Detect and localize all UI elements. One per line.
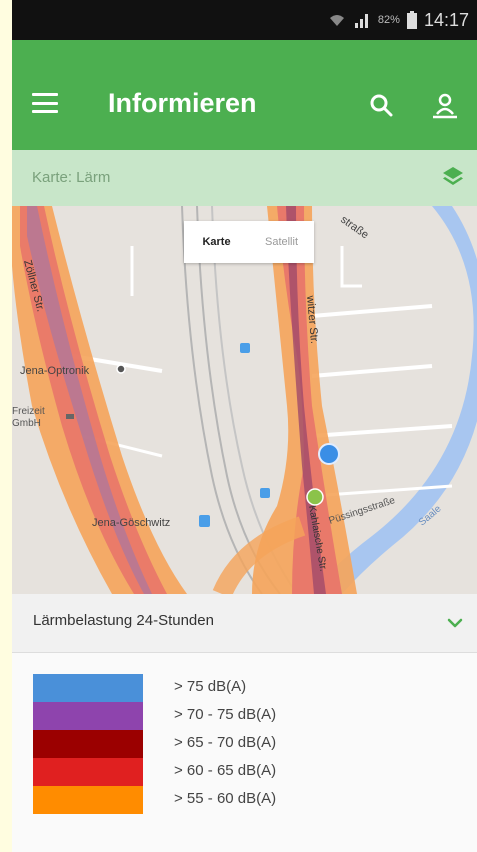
legend-swatch — [33, 758, 143, 786]
battery-icon — [406, 11, 417, 29]
map-label-gmbh: GmbH — [12, 418, 41, 429]
noise-map[interactable]: straße witzer Str. Zöllner Str. Jena-Opt… — [12, 206, 477, 594]
battery-percent: 82% — [377, 14, 400, 26]
map-label-optronik: Jena-Optronik — [20, 365, 90, 377]
user-location-icon[interactable] — [430, 90, 460, 120]
selected-point-marker-icon[interactable] — [306, 488, 324, 506]
noise-legend: > 75 dB(A) > 70 - 75 dB(A) > 65 - 70 dB(… — [12, 653, 477, 852]
poi-marker-icon[interactable] — [66, 414, 74, 419]
legend-label: > 55 - 60 dB(A) — [174, 790, 277, 807]
status-icons: 82% 14:17 — [328, 8, 469, 32]
map-label-freizeit: Freizeit — [12, 406, 45, 417]
bus-stop-icon[interactable] — [240, 343, 250, 353]
legend-label: > 65 - 70 dB(A) — [174, 734, 277, 751]
legend-row: > 55 - 60 dB(A) — [12, 786, 477, 814]
toggle-satellit[interactable]: Satellit — [249, 221, 314, 263]
legend-row: > 70 - 75 dB(A) — [12, 702, 477, 730]
current-location-icon[interactable] — [318, 443, 340, 465]
layers-icon[interactable] — [440, 164, 466, 190]
map-subbar: Karte: Lärm — [12, 150, 477, 206]
legend-swatch — [33, 730, 143, 758]
legend-swatch — [33, 786, 143, 814]
search-icon[interactable] — [368, 92, 396, 120]
map-type-toggle: Karte Satellit — [184, 221, 314, 263]
legend-swatch — [33, 702, 143, 730]
legend-label: > 70 - 75 dB(A) — [174, 706, 277, 723]
map-type-label: Karte: Lärm — [32, 169, 111, 186]
legend-panel-title: Lärmbelastung 24-Stunden — [33, 612, 214, 629]
wifi-icon — [329, 15, 344, 26]
app-bar: Informieren — [12, 40, 477, 150]
menu-button[interactable] — [32, 87, 68, 119]
legend-label: > 60 - 65 dB(A) — [174, 762, 277, 779]
chevron-down-icon[interactable] — [444, 612, 466, 634]
legend-row: > 65 - 70 dB(A) — [12, 730, 477, 758]
train-station-icon[interactable] — [199, 515, 210, 527]
toggle-karte[interactable]: Karte — [184, 221, 249, 263]
phone-screen: 82% 14:17 Informieren Karte: Lärm straße… — [12, 0, 477, 852]
menu-icon-line — [32, 101, 58, 105]
map-label-goschwitz: Jena-Göschwitz — [92, 517, 170, 529]
menu-icon-line — [32, 93, 58, 96]
clock: 14:17 — [423, 9, 469, 30]
legend-swatch — [33, 674, 143, 702]
app-title: Informieren — [108, 88, 257, 118]
poi-marker-icon[interactable] — [116, 364, 126, 374]
legend-row: > 60 - 65 dB(A) — [12, 758, 477, 786]
status-bar: 82% 14:17 — [12, 0, 477, 40]
legend-row: > 75 dB(A) — [12, 674, 477, 702]
bus-stop-icon[interactable] — [260, 488, 270, 498]
signal-icon — [354, 14, 368, 28]
map-canvas: straße witzer Str. Zöllner Str. Jena-Opt… — [12, 206, 477, 594]
legend-panel-header[interactable]: Lärmbelastung 24-Stunden — [12, 594, 477, 653]
legend-label: > 75 dB(A) — [174, 678, 247, 695]
menu-icon-line — [32, 110, 58, 113]
